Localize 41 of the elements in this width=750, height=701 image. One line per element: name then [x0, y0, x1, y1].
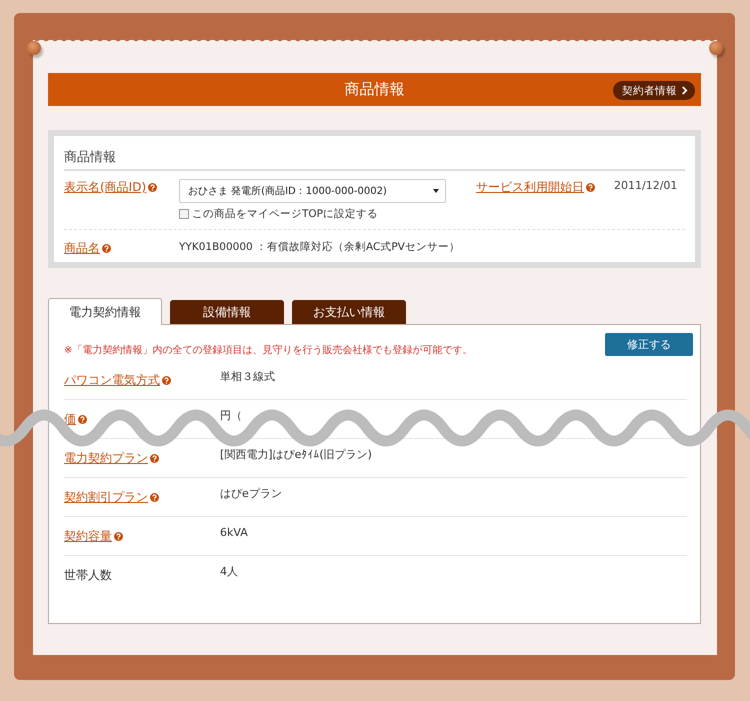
display-name-link[interactable]: 表示名(商品ID) — [64, 179, 146, 196]
help-icon[interactable] — [586, 183, 595, 192]
field-link[interactable]: 価 — [64, 410, 76, 428]
pushpin-icon — [27, 41, 41, 55]
tab[interactable]: 設備情報 — [170, 300, 284, 324]
field-label: 世帯人数 — [64, 566, 112, 584]
help-icon[interactable] — [78, 414, 87, 424]
field-value: 単相３線式 — [220, 368, 275, 384]
field-link[interactable]: パワコン電気方式 — [64, 372, 160, 388]
field-value: [関西電力]はぴeﾀｲﾑ(旧プラン) — [220, 446, 372, 462]
tab[interactable]: お支払い情報 — [292, 300, 406, 324]
field-value: 6kVA — [220, 526, 248, 538]
edit-button[interactable]: 修正する — [605, 333, 693, 356]
field-link[interactable]: 契約容量 — [64, 528, 112, 544]
product-name-link[interactable]: 商品名 — [64, 240, 100, 257]
checkbox-label: この商品をマイページTOPに設定する — [192, 207, 378, 221]
help-icon[interactable] — [150, 492, 159, 502]
help-icon[interactable] — [114, 532, 123, 540]
field-value: 円（ — [220, 408, 242, 422]
section-heading: 商品情報 — [64, 148, 685, 171]
chevron-icon — [681, 86, 688, 95]
tab[interactable]: 電力契約情報 — [48, 298, 162, 325]
help-icon[interactable] — [150, 454, 159, 462]
service-start-date: 2011/12/01 — [614, 179, 678, 192]
product-select[interactable]: おひさま 発電所(商品ID：1000-000-0002) — [179, 179, 446, 203]
page-title: 商品情報 — [344, 80, 404, 99]
pushpin-icon — [709, 41, 723, 55]
service-start-link[interactable]: サービス利用開始日 — [476, 179, 584, 196]
caret-icon — [433, 189, 439, 193]
checkbox[interactable] — [179, 209, 189, 219]
field-value: 4人 — [220, 564, 238, 578]
contractor-info-button[interactable]: 契約者情報 — [613, 81, 695, 100]
select-value: おひさま 発電所(商品ID：1000-000-0002) — [188, 184, 387, 198]
field-link[interactable]: 電力契約プラン — [64, 450, 148, 466]
field-value: はぴeプラン — [220, 486, 282, 500]
product-name-value: YYK01B00000 ：有償故障対応（余剰AC式PVセンサー） — [179, 240, 460, 254]
help-icon[interactable] — [148, 183, 158, 192]
field-link[interactable]: 契約割引プラン — [64, 488, 148, 506]
notice-text: ※「電力契約情報」内の全ての登録項目は、見守りを行う販売会社様でも登録が可能です。 — [64, 344, 472, 357]
help-icon[interactable] — [162, 376, 171, 384]
help-icon[interactable] — [102, 244, 111, 253]
